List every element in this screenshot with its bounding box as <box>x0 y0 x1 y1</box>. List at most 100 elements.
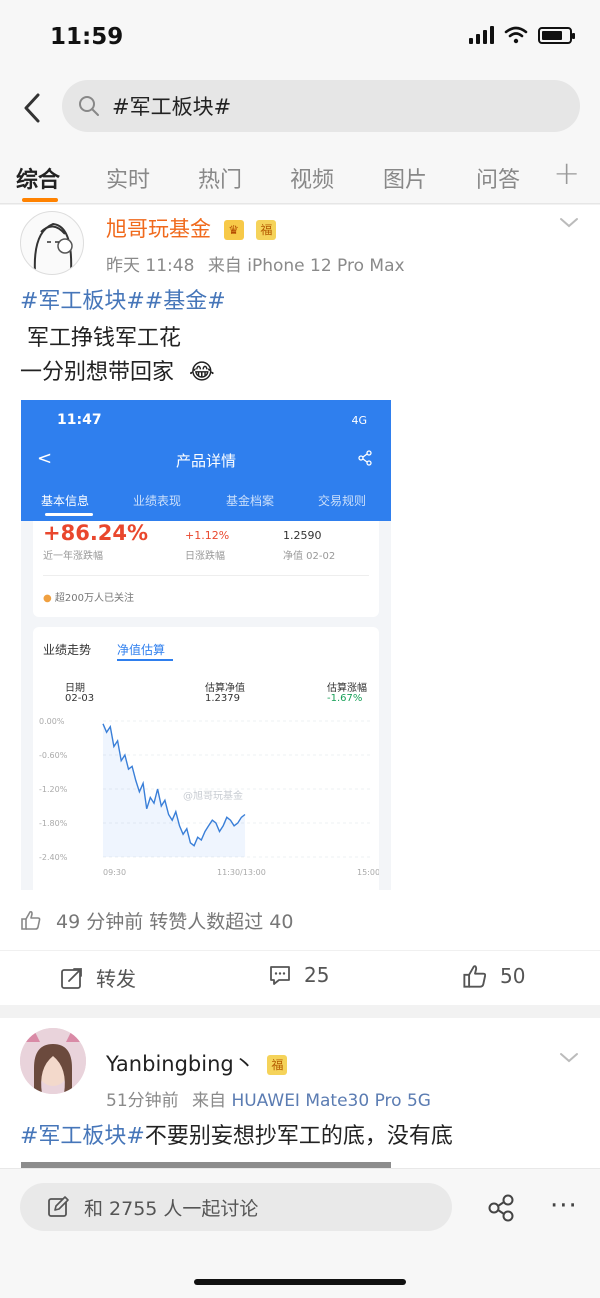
discuss-label: 和 2755 人一起讨论 <box>84 1197 259 1220</box>
one-year-label: 近一年涨跌幅 <box>43 551 103 562</box>
repost-button[interactable]: 转发 <box>60 963 136 992</box>
search-row: #军工板块# <box>0 76 600 140</box>
image-title: 产品详情 <box>175 452 236 470</box>
tab-video[interactable]: 视频 <box>290 162 334 194</box>
repost-icon <box>61 967 82 989</box>
add-tab-button[interactable]: + <box>553 154 580 192</box>
nav-label: 净值 02-02 <box>283 551 336 562</box>
share-icon <box>358 450 372 466</box>
post-line-2: 一分别想带回家 😂 <box>20 356 215 390</box>
post-meta: 昨天 11:48 来自 iPhone 12 Pro Max <box>106 251 405 276</box>
image-tab-indicator <box>45 513 93 516</box>
post-line-1: 军工挣钱军工花 <box>20 326 181 351</box>
post-card-2: Yanbingbing丶 福 51分钟前 来自 HUAWEI Mate30 Pr… <box>0 1018 600 1178</box>
y-tick-label: -0.60% <box>39 751 68 760</box>
post-author-2[interactable]: Yanbingbing丶 福 <box>106 1048 288 1078</box>
status-icons <box>469 26 575 44</box>
watermark: @旭哥玩基金 <box>183 789 243 802</box>
post-source-2[interactable]: HUAWEI Mate30 Pro 5G <box>231 1091 431 1111</box>
x-tick-label: 15:00 <box>357 868 379 877</box>
repost-info-text: 49 分钟前 转赞人数超过 40 <box>56 910 294 933</box>
chevron-down-icon-2[interactable] <box>558 1046 580 1068</box>
user-icon: ● <box>43 593 52 604</box>
thumbs-up-icon <box>21 910 41 930</box>
tab-comprehensive[interactable]: 综合 <box>16 162 60 194</box>
nav-chart: 0.00% -0.60% -1.20% -1.80% -2.40% 09:30 11:30/… <box>39 717 379 877</box>
tab-hot[interactable]: 热门 <box>198 162 242 194</box>
source-prefix: 来自 <box>207 256 242 276</box>
post-time-2: 51分钟前 <box>106 1091 179 1111</box>
post-author[interactable]: 旭哥玩基金 ♛ 福 <box>106 213 277 243</box>
fu-badge-2: 福 <box>267 1055 288 1075</box>
avatar[interactable] <box>20 211 84 275</box>
post-line-2-text: 一分别想带回家 <box>20 360 175 385</box>
comment-count: 25 <box>304 963 330 987</box>
chevron-down-icon[interactable] <box>558 211 580 233</box>
followers-label: 超200万人已关注 <box>54 593 135 604</box>
fund-summary: +86.24% 近一年涨跌幅 +1.12% 日涨跌幅 1.2590 净值 02-… <box>33 521 379 617</box>
nav-value: 1.2590 <box>283 529 322 542</box>
hashtag-link[interactable]: #军工板块##基金# <box>20 289 226 314</box>
like-icon <box>463 965 487 988</box>
tab-qa[interactable]: 问答 <box>476 162 520 194</box>
search-input[interactable]: #军工板块# <box>62 80 580 132</box>
battery-icon <box>538 26 575 44</box>
bottom-bar: 和 2755 人一起讨论 ··· <box>0 1168 600 1298</box>
post-author-name: 旭哥玩基金 <box>106 217 211 241</box>
followers-text: ● 超200万人已关注 <box>43 589 134 604</box>
day-change-label: 日涨跌幅 <box>185 551 225 562</box>
laughing-emoji-icon: 😂 <box>189 360 215 385</box>
status-bar: 11:59 <box>0 0 600 76</box>
discuss-input[interactable]: 和 2755 人一起讨论 <box>20 1183 452 1231</box>
edit-icon <box>48 1196 69 1217</box>
post-meta-2: 51分钟前 来自 HUAWEI Mate30 Pro 5G <box>106 1086 431 1111</box>
post-hashtags[interactable]: #军工板块##基金# <box>20 285 226 319</box>
more-button[interactable]: ··· <box>550 1191 578 1221</box>
image-tab-rules: 交易规则 <box>318 494 367 508</box>
post-body-2: 不要别妄想抄军工的底，没有底 <box>144 1124 453 1149</box>
status-time: 11:59 <box>50 24 124 50</box>
app-header: 11:47 4G < 产品详情 基本信息 业绩表现 基金档案 交易规则 <box>21 400 391 521</box>
y-tick-label: -1.20% <box>39 785 68 794</box>
active-tab-indicator <box>22 198 58 202</box>
vip-icon: ♛ <box>223 220 244 240</box>
image-tab-basic: 基本信息 <box>41 494 90 508</box>
image-status-time: 11:47 <box>57 412 102 428</box>
like-count: 50 <box>500 964 526 988</box>
y-tick-label: 0.00% <box>39 717 65 726</box>
comment-icon <box>270 966 290 985</box>
y-tick-label: -1.80% <box>39 819 68 828</box>
day-change: +1.12% <box>185 529 230 542</box>
hashtag-link-2[interactable]: #军工板块# <box>20 1124 145 1149</box>
tab-images[interactable]: 图片 <box>383 162 427 194</box>
tab-realtime[interactable]: 实时 <box>106 162 150 194</box>
chart-panel: 业绩走势 净值估算 日期 02-03 估算净值 1.2379 估算涨幅 -1.6… <box>33 627 379 890</box>
image-network: 4G <box>351 414 367 427</box>
post-card: 旭哥玩基金 ♛ 福 昨天 11:48 来自 iPhone 12 Pro Max … <box>0 205 600 1005</box>
action-bar: 转发 25 50 <box>0 950 600 1005</box>
share-button[interactable] <box>486 1193 516 1223</box>
avatar-2[interactable] <box>20 1028 86 1094</box>
back-button[interactable] <box>16 88 48 128</box>
post-image[interactable]: 11:47 4G < 产品详情 基本信息 业绩表现 基金档案 交易规则 +86.… <box>21 400 391 890</box>
chevron-left-icon <box>24 93 40 123</box>
post-time: 昨天 11:48 <box>106 256 195 276</box>
repost-info: 49 分钟前 转赞人数超过 40 <box>20 900 293 940</box>
post-author-name-2: Yanbingbing丶 <box>106 1052 255 1076</box>
image-tab-performance: 业绩表现 <box>133 494 182 508</box>
post-source: iPhone 12 Pro Max <box>247 256 405 276</box>
repost-label: 转发 <box>96 967 136 991</box>
divider <box>43 575 369 576</box>
x-tick-label: 09:30 <box>103 868 126 877</box>
signal-icon <box>469 26 494 44</box>
wifi-icon <box>504 26 528 44</box>
comment-button[interactable]: 25 <box>268 963 329 987</box>
image-tab-archive: 基金档案 <box>226 494 275 508</box>
fu-badge: 福 <box>256 220 277 240</box>
source-prefix-2: 来自 <box>192 1091 227 1111</box>
home-indicator <box>194 1279 406 1285</box>
x-tick-label: 11:30/13:00 <box>217 868 266 877</box>
search-query: #军工板块# <box>112 95 232 119</box>
one-year-change: +86.24% <box>43 521 149 545</box>
like-button[interactable]: 50 <box>462 963 525 989</box>
